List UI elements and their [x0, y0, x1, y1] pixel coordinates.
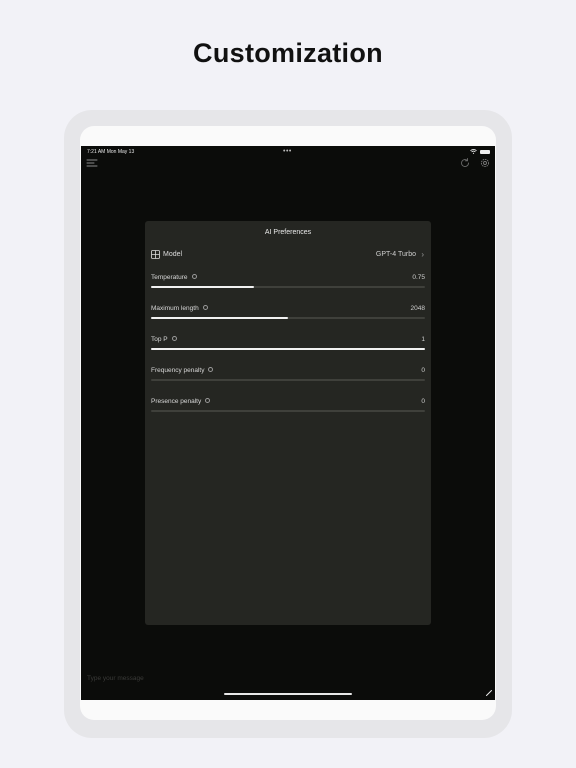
- param-value: 0: [421, 367, 425, 374]
- info-icon[interactable]: [208, 366, 214, 372]
- model-label: Model: [163, 251, 183, 258]
- maximum-length-slider-row[interactable]: Maximum length 2048: [151, 304, 425, 323]
- slider-fill: [151, 317, 288, 319]
- param-label: Presence penalty: [151, 398, 202, 405]
- wifi-icon: [470, 149, 477, 154]
- temperature-slider-row[interactable]: Temperature 0.75: [151, 273, 425, 292]
- hamburger-menu-icon[interactable]: [86, 157, 98, 169]
- model-row[interactable]: Model GPT-4 Turbo ›: [151, 249, 425, 261]
- refresh-icon[interactable]: [459, 157, 471, 169]
- top-p-slider-row[interactable]: Top P 1: [151, 335, 425, 354]
- message-input[interactable]: Type your message: [87, 675, 144, 682]
- info-icon[interactable]: [191, 273, 197, 279]
- param-value: 2048: [410, 305, 425, 312]
- ai-preferences-panel: AI Preferences Model GPT-4 Turbo › Tempe…: [145, 221, 431, 625]
- param-label: Maximum length: [151, 305, 199, 312]
- panel-title: AI Preferences: [264, 229, 312, 236]
- app-screen: 7:21 AM Mon May 13 ••• AI Preferences Mo…: [81, 146, 495, 700]
- status-time-date: 7:21 AM Mon May 13: [87, 149, 135, 155]
- slider-track[interactable]: [151, 410, 425, 412]
- slider-track[interactable]: [151, 379, 425, 381]
- send-icon[interactable]: [485, 689, 493, 697]
- presence-penalty-slider-row[interactable]: Presence penalty 0: [151, 397, 425, 416]
- slider-track[interactable]: [151, 286, 425, 288]
- slider-fill: [151, 348, 425, 350]
- param-label: Frequency penalty: [151, 367, 205, 374]
- home-indicator[interactable]: [224, 693, 352, 695]
- chevron-right-icon: ›: [421, 250, 424, 259]
- gear-icon[interactable]: [479, 157, 491, 169]
- page-headline: Customization: [193, 38, 383, 68]
- model-value: GPT-4 Turbo: [375, 251, 416, 258]
- multitask-dots[interactable]: •••: [283, 148, 292, 155]
- slider-track[interactable]: [151, 348, 425, 350]
- param-value: 0.75: [412, 274, 425, 281]
- status-indicators: [470, 149, 490, 154]
- slider-track[interactable]: [151, 317, 425, 319]
- param-label: Temperature: [151, 274, 188, 281]
- info-icon[interactable]: [205, 397, 211, 403]
- param-value: 1: [421, 336, 425, 343]
- slider-fill: [151, 286, 254, 288]
- param-value: 0: [421, 398, 425, 405]
- param-label: Top P: [151, 336, 168, 343]
- frequency-penalty-slider-row[interactable]: Frequency penalty 0: [151, 366, 425, 385]
- grid-icon: [151, 250, 160, 259]
- battery-icon: [480, 149, 490, 154]
- info-icon[interactable]: [202, 304, 208, 310]
- info-icon[interactable]: [171, 335, 177, 341]
